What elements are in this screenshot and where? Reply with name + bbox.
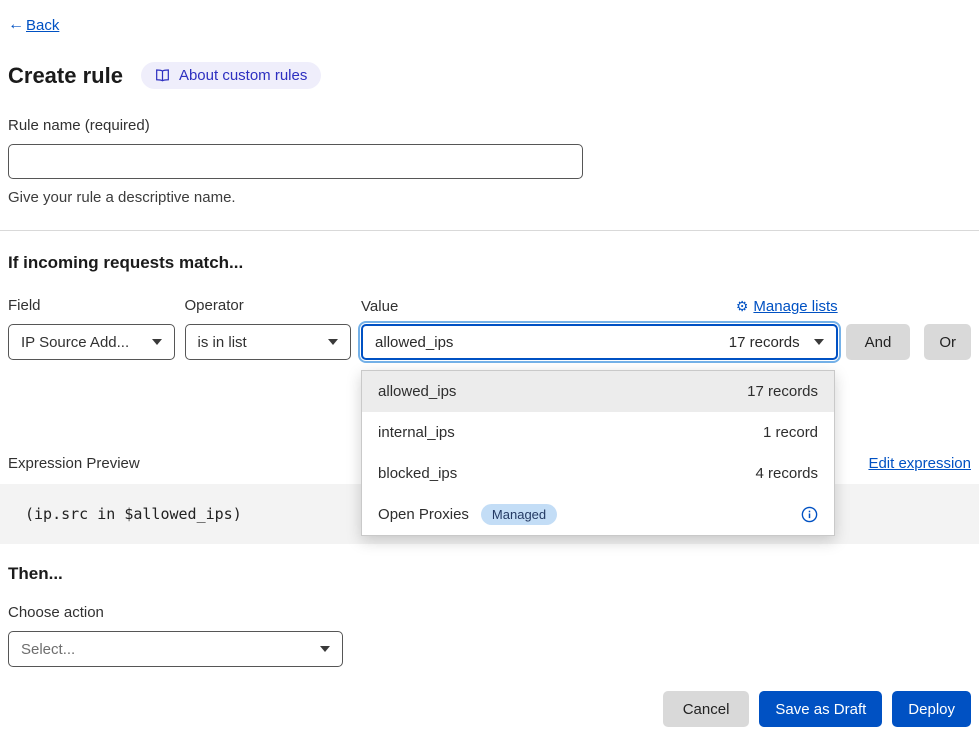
chevron-down-icon xyxy=(152,339,162,345)
list-item-allowed-ips[interactable]: allowed_ips 17 records xyxy=(362,371,834,412)
title-row: Create rule About custom rules xyxy=(8,62,971,89)
action-select[interactable]: Select... xyxy=(8,631,343,667)
value-combobox-text: allowed_ips xyxy=(375,334,729,351)
field-label: Field xyxy=(8,297,175,316)
value-combobox-meta: 17 records xyxy=(729,334,800,351)
logic-buttons: And Or xyxy=(846,324,971,360)
about-custom-rules-label: About custom rules xyxy=(179,67,307,84)
operator-column: Operator is in list xyxy=(185,297,352,360)
field-column: Field IP Source Add... xyxy=(8,297,175,360)
create-rule-page: ← Back Create rule About custom rules Ru… xyxy=(0,0,979,739)
value-combobox[interactable]: allowed_ips 17 records xyxy=(361,324,838,360)
chevron-down-icon xyxy=(328,339,338,345)
or-button[interactable]: Or xyxy=(924,324,971,360)
rule-name-label: Rule name (required) xyxy=(8,117,971,134)
page-title: Create rule xyxy=(8,63,123,89)
list-item-name: internal_ips xyxy=(378,424,455,441)
list-item-open-proxies[interactable]: Open Proxies Managed xyxy=(362,494,834,535)
and-button[interactable]: And xyxy=(846,324,911,360)
operator-label: Operator xyxy=(185,297,352,316)
match-section-heading: If incoming requests match... xyxy=(8,253,971,273)
list-item-name: blocked_ips xyxy=(378,465,457,482)
manage-lists-link[interactable]: ⚙ Manage lists xyxy=(736,298,838,315)
choose-action-label: Choose action xyxy=(8,604,971,621)
back-link-label[interactable]: Back xyxy=(26,17,59,34)
expression-preview-label: Expression Preview xyxy=(8,455,140,472)
back-link[interactable]: ← Back xyxy=(8,16,971,34)
back-arrow-icon: ← xyxy=(8,16,24,34)
book-icon xyxy=(155,68,170,83)
save-as-draft-button[interactable]: Save as Draft xyxy=(759,691,882,727)
list-dropdown-menu: allowed_ips 17 records internal_ips 1 re… xyxy=(361,370,835,536)
section-divider xyxy=(0,230,979,231)
managed-badge: Managed xyxy=(481,504,557,525)
action-select-placeholder: Select... xyxy=(21,641,75,658)
expression-code: (ip.src in $allowed_ips) xyxy=(25,505,242,523)
list-item-name: allowed_ips xyxy=(378,383,456,400)
edit-expression-link[interactable]: Edit expression xyxy=(868,455,971,472)
chevron-down-icon[interactable] xyxy=(814,339,824,345)
info-icon[interactable] xyxy=(801,506,818,523)
manage-lists-label[interactable]: Manage lists xyxy=(753,298,837,315)
value-label: Value xyxy=(361,298,398,315)
rule-name-helper: Give your rule a descriptive name. xyxy=(8,189,971,206)
gear-icon: ⚙ xyxy=(736,298,749,315)
field-select-value: IP Source Add... xyxy=(21,334,129,351)
operator-select-value: is in list xyxy=(198,334,247,351)
list-item-internal-ips[interactable]: internal_ips 1 record xyxy=(362,412,834,453)
then-section-heading: Then... xyxy=(8,564,971,584)
list-item-blocked-ips[interactable]: blocked_ips 4 records xyxy=(362,453,834,494)
about-custom-rules-link[interactable]: About custom rules xyxy=(141,62,321,89)
list-item-meta: 17 records xyxy=(747,383,818,400)
footer-actions: Cancel Save as Draft Deploy xyxy=(8,691,971,727)
rule-name-input[interactable] xyxy=(8,144,583,179)
value-column: Value ⚙ Manage lists allowed_ips 17 reco… xyxy=(361,297,838,360)
deploy-button[interactable]: Deploy xyxy=(892,691,971,727)
value-label-row: Value ⚙ Manage lists xyxy=(361,297,838,316)
list-item-name: Open Proxies xyxy=(378,506,469,523)
condition-row: Field IP Source Add... Operator is in li… xyxy=(8,297,971,360)
field-select[interactable]: IP Source Add... xyxy=(8,324,175,360)
chevron-down-icon xyxy=(320,646,330,652)
list-item-meta: 4 records xyxy=(756,465,819,482)
list-item-meta: 1 record xyxy=(763,424,818,441)
operator-select[interactable]: is in list xyxy=(185,324,352,360)
cancel-button[interactable]: Cancel xyxy=(663,691,750,727)
